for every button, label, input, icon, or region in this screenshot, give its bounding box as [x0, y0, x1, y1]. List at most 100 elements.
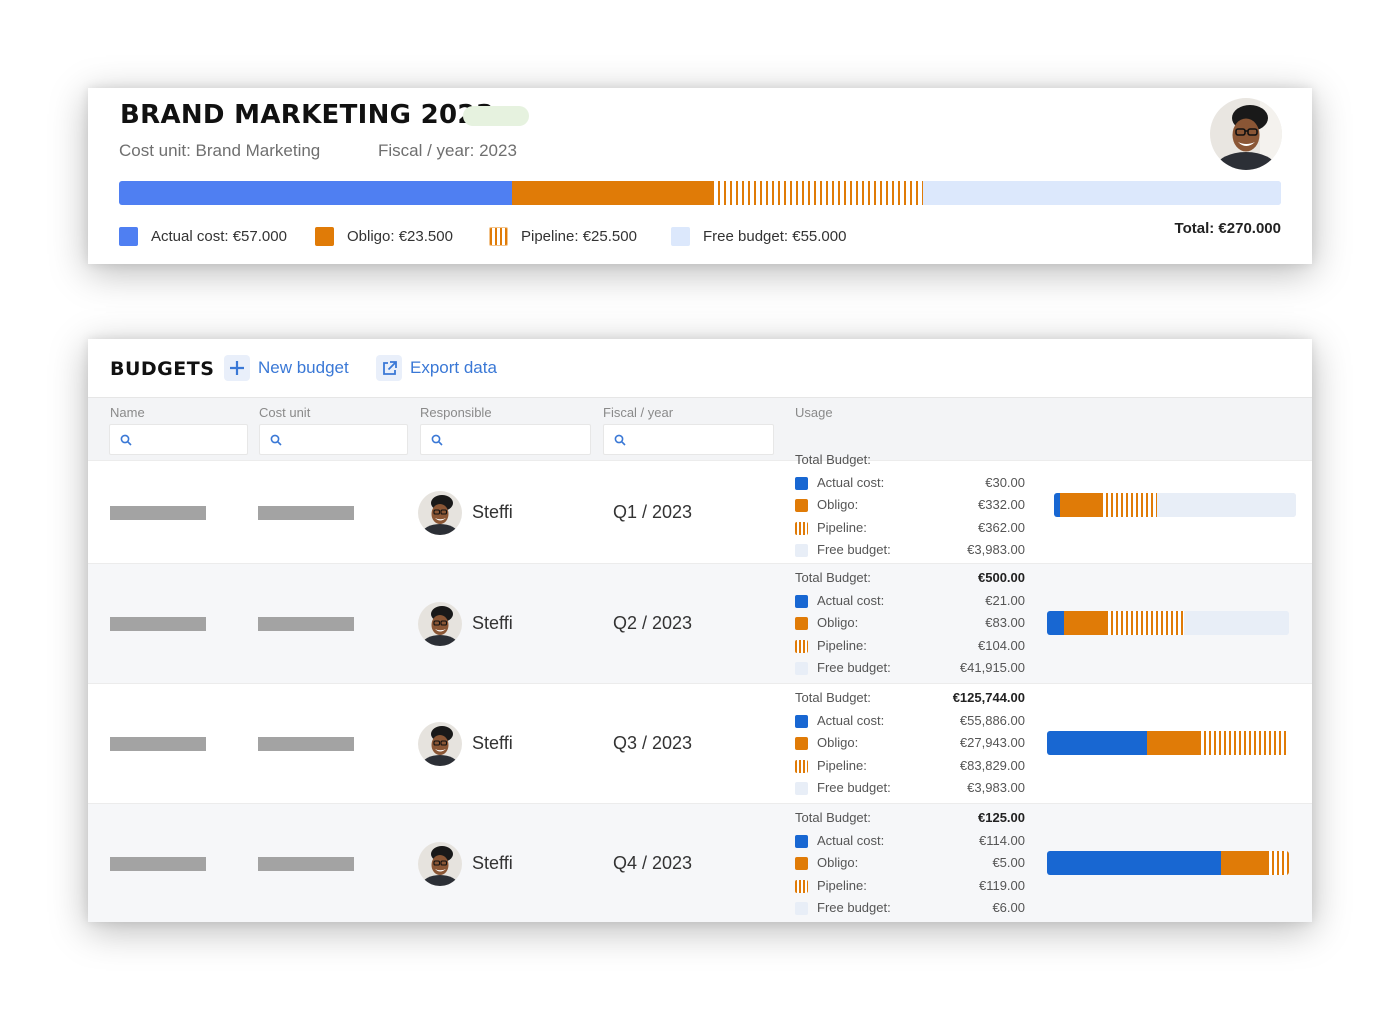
avatar[interactable]: [1210, 98, 1282, 170]
table-header: Name Cost unit Responsible Fiscal / year…: [88, 397, 1312, 460]
cost-unit-placeholder: [258, 737, 354, 751]
legend-free: Free budget: €55.000: [671, 227, 846, 246]
usage-line-actual: Actual cost: €55,886.00: [795, 710, 1025, 733]
avatar: [418, 842, 462, 886]
free-swatch: [795, 902, 808, 915]
usage-line-total: Total Budget:: [795, 449, 1025, 472]
table-row[interactable]: Steffi Q3 / 2023 Total Budget: €125,744.00 A…: [88, 683, 1312, 803]
pipeline-segment: [711, 181, 924, 205]
usage-line-total: Total Budget: €125,744.00: [795, 687, 1025, 710]
usage-line-obligo: Obligo: €332.00: [795, 494, 1025, 517]
usage-value-obligo: €332.00: [978, 497, 1025, 512]
table-row[interactable]: Steffi Q1 / 2023 Total Budget: Actual cost:…: [88, 452, 1312, 563]
usage-breakdown: Total Budget: Actual cost: €30.00 Obligo: €3…: [795, 449, 1025, 562]
actual-swatch: [795, 594, 808, 608]
new-budget-button[interactable]: New budget: [224, 355, 349, 381]
usage-label-total: Total Budget:: [795, 452, 871, 467]
avatar: [418, 722, 462, 766]
pipeline-swatch: [795, 639, 808, 653]
fiscal-year-search-input[interactable]: [603, 424, 774, 455]
pipeline-swatch: [795, 521, 808, 535]
pipeline-segment: [1267, 851, 1289, 875]
pipeline-swatch: [795, 879, 808, 893]
legend-actual: Actual cost: €57.000: [119, 227, 287, 246]
avatar: [418, 491, 462, 535]
free-swatch: [795, 782, 808, 795]
usage-label-actual: Actual cost:: [817, 474, 885, 490]
column-header-fiscal-year: Fiscal / year: [603, 405, 674, 420]
name-search-input[interactable]: [109, 424, 248, 455]
actual-cost-segment: [1047, 611, 1064, 635]
usage-value-actual: €55,886.00: [959, 712, 1025, 728]
column-header-usage: Usage: [795, 405, 833, 420]
usage-value-actual: €21.00: [985, 592, 1025, 608]
usage-value-pipeline: €104.00: [978, 637, 1025, 653]
plus-icon: [224, 355, 250, 381]
budgets-table-card: BUDGETS New budget Export data Name Cost…: [88, 339, 1312, 922]
actual-swatch: [795, 834, 808, 848]
export-icon: [376, 355, 402, 381]
page-title: BRAND MARKETING 2023: [120, 100, 495, 130]
responsible-search-input[interactable]: [420, 424, 591, 455]
usage-breakdown: Total Budget: €500.00 Actual cost: €21.00 Ob…: [795, 567, 1025, 680]
column-header-responsible: Responsible: [420, 405, 492, 420]
fiscal-year-label: Fiscal / year: 2023: [378, 141, 517, 160]
usage-label-obligo: Obligo:: [817, 735, 859, 750]
usage-label-actual: Actual cost:: [817, 712, 885, 728]
avatar: [418, 602, 462, 646]
export-data-button[interactable]: Export data: [376, 355, 497, 381]
name-placeholder: [110, 617, 206, 631]
new-budget-label: New budget: [258, 358, 349, 377]
usage-label-total: Total Budget:: [795, 570, 871, 585]
usage-value-obligo: €83.00: [985, 615, 1025, 630]
pipeline-segment: [1199, 731, 1289, 755]
free-budget-swatch: [671, 227, 690, 246]
fiscal-period: Q3 / 2023: [613, 733, 693, 753]
usage-line-obligo: Obligo: €27,943.00: [795, 732, 1025, 755]
cost-unit-label: Cost unit: Brand Marketing: [119, 141, 321, 160]
search-icon: [614, 433, 626, 451]
responsible-name: Steffi: [472, 502, 513, 522]
usage-label-total: Total Budget:: [795, 690, 871, 705]
usage-value-free: €6.00: [992, 900, 1025, 915]
responsible-name: Steffi: [472, 613, 513, 633]
search-icon: [120, 433, 132, 451]
pipeline-swatch: [795, 759, 808, 773]
free-budget-segment: [1156, 493, 1296, 517]
usage-line-obligo: Obligo: €83.00: [795, 612, 1025, 635]
legend-pipeline: Pipeline: €25.500: [489, 227, 637, 246]
section-title: BUDGETS: [110, 358, 215, 380]
legend-obligo: Obligo: €23.500: [315, 227, 453, 246]
usage-line-total: Total Budget: €500.00: [795, 567, 1025, 590]
usage-line-total: Total Budget: €125.00: [795, 807, 1025, 830]
usage-value-pipeline: €83,829.00: [959, 757, 1025, 773]
cost-unit-search-input[interactable]: [259, 424, 408, 455]
responsible-name: Steffi: [472, 853, 513, 873]
actual-swatch: [795, 714, 808, 728]
usage-line-free: Free budget: €3,983.00: [795, 777, 1025, 800]
usage-value-actual: €114.00: [978, 832, 1025, 848]
free-swatch: [795, 544, 808, 557]
search-icon: [270, 433, 282, 451]
column-header-cost-unit: Cost unit: [259, 405, 311, 420]
obligo-segment: [1063, 611, 1107, 635]
usage-line-free: Free budget: €6.00: [795, 897, 1025, 920]
usage-label-pipeline: Pipeline:: [817, 637, 867, 653]
name-placeholder: [110, 857, 206, 871]
pipeline-segment: [1101, 493, 1157, 517]
column-header-name: Name: [110, 405, 145, 420]
export-data-label: Export data: [410, 358, 497, 377]
usage-line-free: Free budget: €3,983.00: [795, 539, 1025, 562]
usage-line-free: Free budget: €41,915.00: [795, 657, 1025, 680]
obligo-swatch: [795, 499, 808, 512]
cost-unit-placeholder: [258, 506, 354, 520]
table-row[interactable]: Steffi Q4 / 2023 Total Budget: €125.00 Actua…: [88, 803, 1312, 922]
usage-line-actual: Actual cost: €30.00: [795, 472, 1025, 495]
usage-label-actual: Actual cost:: [817, 592, 885, 608]
usage-label-pipeline: Pipeline:: [817, 877, 867, 893]
usage-line-pipeline: Pipeline: €104.00: [795, 635, 1025, 658]
cost-unit-placeholder: [258, 857, 354, 871]
obligo-segment: [1221, 851, 1268, 875]
usage-line-pipeline: Pipeline: €362.00: [795, 517, 1025, 540]
table-row[interactable]: Steffi Q2 / 2023 Total Budget: €500.00 Actua…: [88, 563, 1312, 683]
